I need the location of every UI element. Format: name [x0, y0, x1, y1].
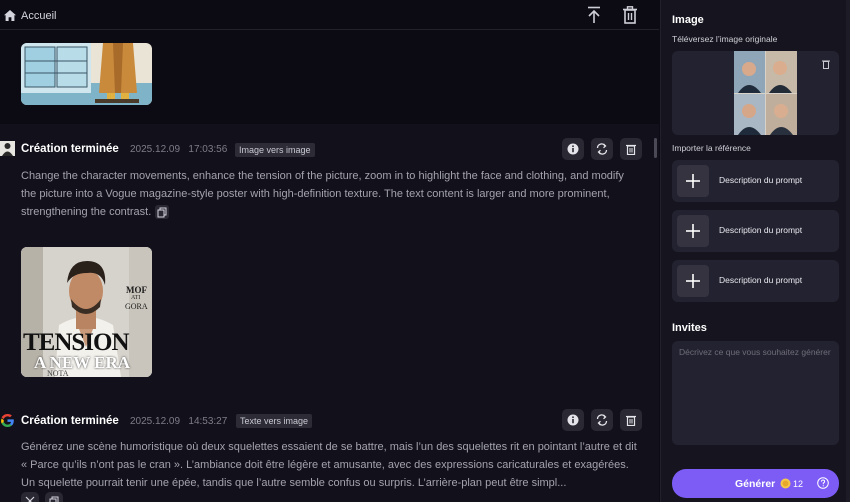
reference-slot[interactable]: Description du prompt [672, 210, 839, 252]
scroll-to-top-icon[interactable] [586, 6, 602, 24]
panel-scrollbar[interactable] [846, 0, 850, 502]
remove-upload-icon[interactable] [821, 59, 831, 69]
add-reference-icon [677, 265, 709, 297]
poster-text-gora: GORA [125, 302, 148, 311]
info-icon [567, 143, 579, 155]
reference-slot-label: Description du prompt [719, 225, 803, 235]
generate-button-label: Générer [735, 478, 776, 490]
task-timestamp: 2025.12.09 14:53:27 [130, 416, 228, 427]
reference-slot-label: Description du prompt [719, 275, 803, 285]
task-prompt-text: Change the character movements, enhance … [21, 170, 624, 220]
import-reference-label: Importer la référence [672, 143, 751, 153]
reference-slot[interactable]: Description du prompt [672, 260, 839, 302]
collapse-button[interactable] [21, 492, 39, 502]
google-logo-icon [1, 414, 14, 427]
breadcrumb-home[interactable]: Accueil [21, 10, 56, 22]
close-icon [25, 496, 35, 502]
home-icon[interactable] [4, 10, 16, 21]
info-button[interactable] [562, 138, 584, 160]
upload-dropzone[interactable] [672, 51, 839, 135]
regenerate-button[interactable] [591, 138, 613, 160]
task-card: Création terminée 2025.12.09 14:53:27 Te… [0, 394, 659, 502]
poster-text-nota: NOTA [47, 369, 69, 377]
result-image-previous[interactable] [21, 43, 152, 105]
info-icon [567, 414, 579, 426]
top-bar: Accueil [0, 0, 659, 30]
task-mode-tag: Texte vers image [236, 414, 313, 428]
trash-icon [626, 144, 636, 155]
result-image-poster[interactable]: MOF ATI GORA TENSION A NEW ERA NOTA [21, 247, 152, 377]
prompts-section-title: Invites [672, 322, 707, 334]
credit-cost: 12 [793, 479, 804, 489]
task-status-title: Création terminée [21, 415, 119, 427]
generation-panel: Image Téléversez l’image originale Impor… [660, 0, 850, 502]
trash-icon [626, 415, 636, 426]
task-card: Création terminée 2025.12.09 17:03:56 Im… [0, 124, 659, 394]
task-status-title: Création terminée [21, 143, 119, 155]
scroll-indicator[interactable] [654, 138, 657, 158]
copy-icon [49, 496, 59, 502]
add-reference-icon [677, 165, 709, 197]
regenerate-icon [596, 143, 608, 155]
help-icon[interactable] [817, 477, 829, 489]
task-prompt-text: Générez une scène humoristique où deux s… [21, 441, 637, 489]
clear-all-trash-icon[interactable] [622, 6, 638, 24]
model-avatar-icon [0, 141, 15, 156]
info-button[interactable] [562, 409, 584, 431]
delete-task-button[interactable] [620, 409, 642, 431]
credit-coin-icon [780, 478, 791, 489]
poster-text-ati: ATI [131, 295, 141, 301]
task-mode-tag: Image vers image [235, 143, 315, 157]
regenerate-button[interactable] [591, 409, 613, 431]
uploaded-image-thumbnail [734, 51, 797, 135]
delete-task-button[interactable] [620, 138, 642, 160]
copy-prompt-button[interactable] [45, 492, 63, 502]
prompt-input[interactable] [672, 341, 839, 445]
generate-button[interactable]: Générer 12 [672, 469, 839, 498]
poster-text-mof: MOF [126, 285, 147, 295]
main-feed: Accueil Création terminée 2025.12.09 17:… [0, 0, 659, 502]
image-section-title: Image [672, 14, 704, 26]
upload-original-label: Téléversez l’image originale [672, 34, 778, 44]
reference-slot-label: Description du prompt [719, 175, 803, 185]
task-card-header: Création terminée 2025.12.09 17:03:56 Im… [0, 124, 659, 157]
add-reference-icon [677, 215, 709, 247]
reference-slot[interactable]: Description du prompt [672, 160, 839, 202]
task-timestamp: 2025.12.09 17:03:56 [130, 144, 228, 155]
copy-prompt-button[interactable] [155, 205, 170, 220]
copy-icon [157, 207, 167, 218]
regenerate-icon [596, 414, 608, 426]
